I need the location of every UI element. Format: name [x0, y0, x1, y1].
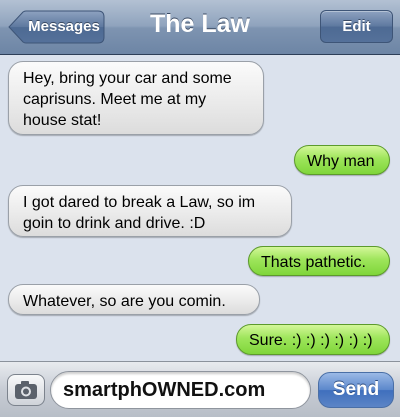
message-bubble-incoming[interactable]: I got dared to break a Law, so im goin t…	[8, 185, 292, 237]
edit-button[interactable]: Edit	[320, 10, 393, 43]
send-button-label: Send	[332, 379, 380, 400]
message-text-field[interactable]: smartphOWNED.com	[50, 371, 311, 409]
camera-icon	[15, 381, 37, 399]
message-thread[interactable]: Hey, bring your car and some caprisuns. …	[0, 55, 400, 361]
message-text-value: smartphOWNED.com	[63, 379, 266, 401]
message-text: Hey, bring your car and some caprisuns. …	[23, 70, 232, 129]
message-text: Thats pathetic.	[261, 254, 366, 271]
message-bubble-outgoing[interactable]: Sure. :) :) :) :) :) :)	[236, 324, 390, 355]
message-input-bar: smartphOWNED.com Send	[0, 361, 400, 417]
message-bubble-incoming[interactable]: Whatever, so are you comin.	[8, 284, 260, 315]
message-bubble-outgoing[interactable]: Why man	[294, 145, 390, 175]
message-text: I got dared to break a Law, so im goin t…	[23, 194, 256, 232]
message-text: Sure. :) :) :) :) :) :)	[249, 332, 373, 349]
edit-button-label: Edit	[342, 18, 371, 35]
camera-button[interactable]	[7, 374, 45, 406]
message-bubble-outgoing[interactable]: Thats pathetic.	[248, 246, 390, 276]
navigation-bar: Messages The Law Edit	[0, 0, 400, 55]
message-text: Why man	[307, 153, 375, 170]
message-text: Whatever, so are you comin.	[23, 293, 226, 310]
send-button[interactable]: Send	[318, 372, 394, 408]
message-bubble-incoming[interactable]: Hey, bring your car and some caprisuns. …	[8, 61, 264, 135]
